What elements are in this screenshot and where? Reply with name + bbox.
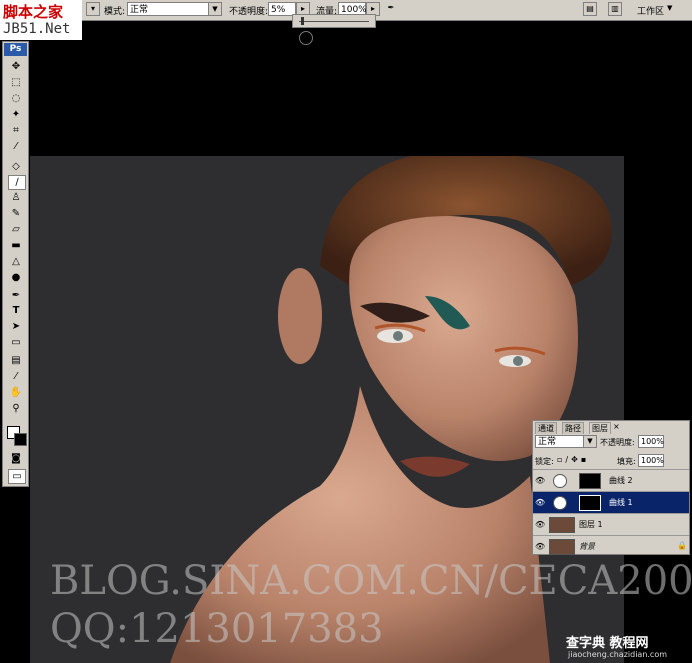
chevron-down-icon: ▼ <box>208 3 221 15</box>
lock-icons[interactable]: ▫∕✥▪ <box>557 455 589 464</box>
notes-tool-icon[interactable]: ▤ <box>8 354 24 367</box>
tab-layers[interactable]: 图层 <box>589 422 611 434</box>
layer-thumbnail <box>549 539 575 555</box>
gradient-tool-icon[interactable]: ▬ <box>8 239 24 252</box>
fill-input[interactable]: 100% <box>638 454 664 467</box>
history-brush-icon[interactable]: ✎ <box>8 207 24 220</box>
mode-value: 正常 <box>130 5 149 15</box>
toolbox: Ps ✥ ⬚ ◌ ✦ ⌗ ⁄ ◇ ∕ ♙ ✎ ▱ ▬ △ ● ✒ T ➤ ▭ ▤… <box>2 41 29 487</box>
layer-row-selected[interactable]: 👁 曲线 1 <box>533 491 689 513</box>
brush-tool-icon[interactable]: ∕ <box>8 175 26 190</box>
tab-paths[interactable]: 路径 <box>562 422 584 434</box>
logo-domain: JB51.Net <box>3 21 71 37</box>
curves-adjustment-icon <box>553 474 567 488</box>
slice-tool-icon[interactable]: ⁄ <box>8 140 24 153</box>
layer-opacity-input[interactable]: 100% <box>638 435 664 448</box>
mode-select[interactable]: 正常 ▼ <box>127 2 222 16</box>
lock-label: 锁定: <box>535 457 554 466</box>
airbrush-icon[interactable]: ✒ <box>384 2 398 16</box>
crop-tool-icon[interactable]: ⌗ <box>8 124 24 137</box>
photoshop-logo[interactable]: Ps <box>4 43 27 56</box>
opacity-value: 5% <box>271 5 286 15</box>
file-browser-icon[interactable]: ▤ <box>583 2 597 16</box>
magic-wand-tool-icon[interactable]: ✦ <box>8 108 24 121</box>
mode-label: 模式: <box>104 7 126 17</box>
close-icon[interactable]: × <box>613 422 620 431</box>
qq-watermark: QQ:1213017383 <box>50 606 384 652</box>
type-tool-icon[interactable]: T <box>8 304 24 317</box>
eye-icon[interactable]: 👁 <box>535 520 545 529</box>
eye-icon[interactable]: 👁 <box>535 542 545 551</box>
brush-cursor-icon <box>299 31 313 45</box>
palette-well-icon[interactable]: ▥ <box>608 2 622 16</box>
brush-preset-dropdown[interactable]: ▾ <box>86 2 100 16</box>
layer-mask-thumbnail[interactable] <box>579 495 601 511</box>
blend-mode-value: 正常 <box>538 437 557 447</box>
move-tool-icon[interactable]: ✥ <box>8 60 24 73</box>
chevron-down-icon[interactable]: ▼ <box>667 4 672 12</box>
clone-stamp-icon[interactable]: ♙ <box>8 191 24 204</box>
layer-row[interactable]: 👁 图层 1 <box>533 513 689 535</box>
site-watermark-url: jiaocheng.chazidian.com <box>568 650 668 659</box>
shape-tool-icon[interactable]: ▭ <box>8 336 24 349</box>
fill-label: 填充: <box>617 457 636 466</box>
dodge-tool-icon[interactable]: ● <box>8 271 24 284</box>
screen-mode-icon[interactable]: ▭ <box>8 469 26 484</box>
layers-panel: 通道 路径 图层 × 正常 ▼ 不透明度: 100% 锁定: ▫∕✥▪ 填充: … <box>532 420 690 555</box>
site-logo: 脚本之家 JB51.Net <box>0 0 82 40</box>
tab-channels[interactable]: 通道 <box>535 422 557 434</box>
marquee-tool-icon[interactable]: ⬚ <box>8 76 24 89</box>
layer-opacity-label: 不透明度: <box>600 438 635 447</box>
blend-mode-select[interactable]: 正常 ▼ <box>535 435 597 448</box>
layer-thumbnail <box>549 517 575 533</box>
lasso-tool-icon[interactable]: ◌ <box>8 92 24 105</box>
site-watermark-title: 查字典 教程网 <box>566 636 649 651</box>
slider-thumb[interactable] <box>301 17 304 25</box>
fill-value: 100% <box>641 456 664 465</box>
hand-tool-icon[interactable]: ✋ <box>8 386 24 399</box>
lock-icon: 🔒 <box>677 541 687 550</box>
eye-icon[interactable]: 👁 <box>535 476 545 485</box>
layer-name: 曲线 1 <box>609 498 633 507</box>
slider-track <box>299 21 369 22</box>
layer-name: 背景 <box>579 542 595 551</box>
eyedropper-tool-icon[interactable]: ⁄ <box>8 370 24 383</box>
pen-tool-icon[interactable]: ✒ <box>8 289 24 302</box>
layer-row[interactable]: 👁 背景 🔒 <box>533 535 689 557</box>
logo-title: 脚本之家 <box>3 3 64 21</box>
background-color-swatch[interactable] <box>14 433 27 446</box>
layer-mask-thumbnail[interactable] <box>579 473 601 489</box>
chevron-down-icon: ▼ <box>583 436 596 447</box>
curves-adjustment-icon <box>553 496 567 510</box>
quick-mask-icon[interactable]: ◙ <box>8 452 24 465</box>
opacity-popup-slider[interactable] <box>292 14 376 28</box>
eye-icon[interactable]: 👁 <box>535 498 545 507</box>
layer-opacity-value: 100% <box>641 437 664 446</box>
opacity-label: 不透明度: <box>229 7 269 17</box>
blur-tool-icon[interactable]: △ <box>8 255 24 268</box>
workspace-menu[interactable]: 工作区 <box>637 4 664 17</box>
blog-watermark: BLOG.SINA.COM.CN/CECA200 <box>50 558 692 604</box>
healing-brush-icon[interactable]: ◇ <box>8 160 24 173</box>
layer-row[interactable]: 👁 曲线 2 <box>533 469 689 491</box>
eraser-tool-icon[interactable]: ▱ <box>8 223 24 236</box>
layer-name: 曲线 2 <box>609 476 633 485</box>
path-selection-icon[interactable]: ➤ <box>8 320 24 333</box>
zoom-tool-icon[interactable]: ⚲ <box>8 402 24 415</box>
layer-name: 图层 1 <box>579 520 603 529</box>
